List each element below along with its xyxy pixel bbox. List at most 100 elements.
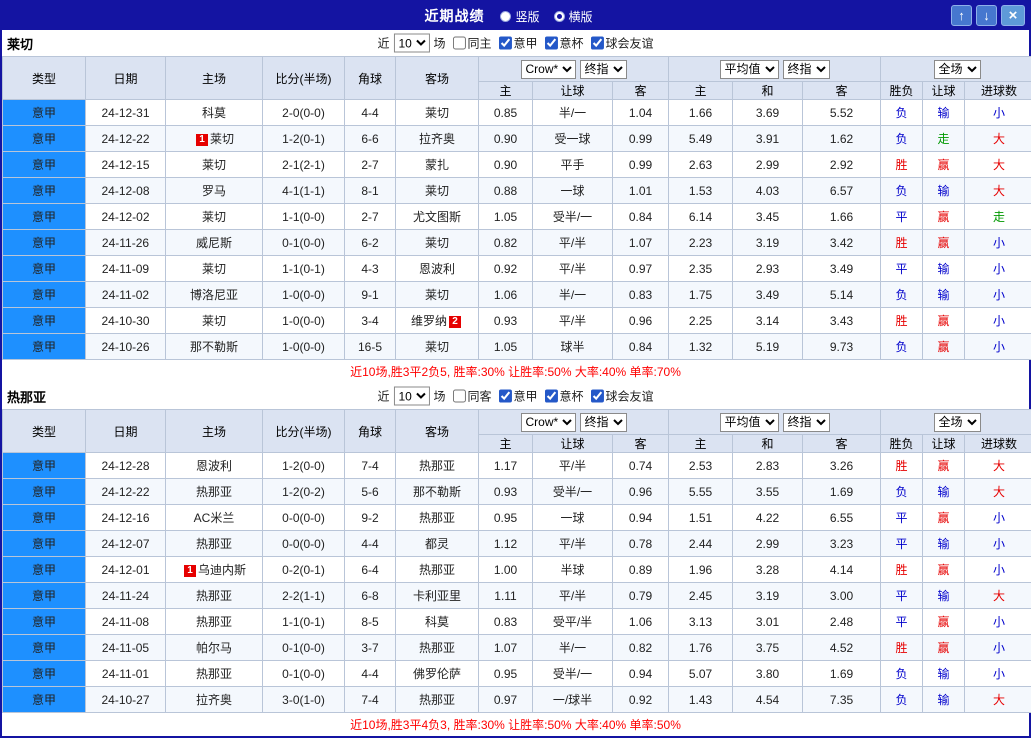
- euro-away-odds: 9.73: [803, 334, 881, 360]
- asian-handicap: 半/一: [533, 282, 613, 308]
- filter-checkbox-0[interactable]: 同客: [452, 388, 491, 405]
- corners-cell: 3-4: [345, 308, 396, 334]
- asian-handicap: 平/半: [533, 583, 613, 609]
- league-cell: 意甲: [3, 126, 86, 152]
- checkbox-input[interactable]: [499, 390, 512, 403]
- euro-home-odds: 2.53: [669, 453, 733, 479]
- filter-checkbox-3[interactable]: 球会友谊: [591, 388, 654, 405]
- sub-col-header: 和: [733, 82, 803, 100]
- goals-result-cell: 大: [965, 583, 1031, 609]
- asian-home-odds: 0.93: [479, 308, 533, 334]
- checkbox-input[interactable]: [591, 37, 604, 50]
- filter-checkbox-3[interactable]: 球会友谊: [591, 35, 654, 52]
- date-cell: 24-11-24: [86, 583, 166, 609]
- match-row: 意甲24-12-07热那亚0-0(0-0)4-4都灵1.12平/半0.782.4…: [3, 531, 1031, 557]
- match-count-select[interactable]: 10: [393, 34, 429, 53]
- col-header: 角球: [345, 57, 396, 100]
- euro-avg-select[interactable]: 平均值: [720, 60, 779, 79]
- filter-checkbox-0[interactable]: 同主: [452, 35, 491, 52]
- layout-radio-vertical[interactable]: 竖版: [500, 8, 539, 25]
- asian-handicap: 半/一: [533, 635, 613, 661]
- checkbox-input[interactable]: [452, 390, 465, 403]
- date-cell: 24-12-01: [86, 557, 166, 583]
- asian-handicap: 平/半: [533, 453, 613, 479]
- filter-checkbox-1[interactable]: 意甲: [499, 35, 538, 52]
- euro-home-odds: 5.07: [669, 661, 733, 687]
- away-team-cell: 蒙扎: [396, 152, 479, 178]
- away-team-cell: 尤文图斯: [396, 204, 479, 230]
- goals-result-cell: 大: [965, 178, 1031, 204]
- results-table: 类型日期主场比分(半场)角球客场Crow*终指平均值终指全场主让球客主和客胜负让…: [2, 56, 1031, 360]
- euro-final-select[interactable]: 终指: [783, 60, 830, 79]
- checkbox-input[interactable]: [452, 37, 465, 50]
- asian-away-odds: 0.99: [613, 152, 669, 178]
- match-count-select[interactable]: 10: [393, 387, 429, 406]
- filter-checkbox-2[interactable]: 意杯: [545, 35, 584, 52]
- asian-final-select[interactable]: 终指: [580, 413, 627, 432]
- summary-line: 近10场,胜3平2负5, 胜率:30% 让胜率:50% 大率:40% 单率:70…: [2, 360, 1029, 383]
- handicap-result-cell: 赢: [923, 334, 965, 360]
- asian-home-odds: 0.83: [479, 609, 533, 635]
- sub-col-header: 主: [669, 435, 733, 453]
- euro-draw-odds: 3.91: [733, 126, 803, 152]
- checkbox-input[interactable]: [545, 390, 558, 403]
- bookmaker-select[interactable]: Crow*: [521, 60, 576, 79]
- outcome-result-cell: 负: [881, 687, 923, 713]
- outcome-result-cell: 负: [881, 661, 923, 687]
- layout-radio-horizontal[interactable]: 横版: [554, 8, 593, 25]
- away-team-cell: 莱切: [396, 230, 479, 256]
- league-cell: 意甲: [3, 505, 86, 531]
- asian-home-odds: 1.11: [479, 583, 533, 609]
- close-button[interactable]: ×: [1001, 5, 1025, 26]
- scope-select[interactable]: 全场: [934, 60, 981, 79]
- handicap-result-cell: 输: [923, 661, 965, 687]
- checkbox-input[interactable]: [499, 37, 512, 50]
- corners-cell: 8-1: [345, 178, 396, 204]
- handicap-result-cell: 赢: [923, 609, 965, 635]
- match-row: 意甲24-12-31科莫2-0(0-0)4-4莱切0.85半/一1.041.66…: [3, 100, 1031, 126]
- date-cell: 24-11-08: [86, 609, 166, 635]
- date-cell: 24-11-05: [86, 635, 166, 661]
- asian-odds-group: Crow*终指: [479, 410, 669, 435]
- bookmaker-select[interactable]: Crow*: [521, 413, 576, 432]
- col-header: 类型: [3, 410, 86, 453]
- filter-checkbox-2[interactable]: 意杯: [545, 388, 584, 405]
- checkbox-input[interactable]: [591, 390, 604, 403]
- asian-away-odds: 0.97: [613, 256, 669, 282]
- checkbox-input[interactable]: [545, 37, 558, 50]
- euro-avg-select[interactable]: 平均值: [720, 413, 779, 432]
- move-up-button[interactable]: ↑: [951, 5, 972, 26]
- euro-draw-odds: 3.28: [733, 557, 803, 583]
- sub-col-header: 胜负: [881, 435, 923, 453]
- team-name: 莱切: [7, 34, 33, 53]
- asian-handicap: 受一球: [533, 126, 613, 152]
- euro-home-odds: 2.25: [669, 308, 733, 334]
- home-team-cell: 热那亚: [166, 609, 263, 635]
- score-cell: 1-2(0-0): [263, 453, 345, 479]
- asian-handicap: 半球: [533, 557, 613, 583]
- asian-home-odds: 1.05: [479, 204, 533, 230]
- asian-home-odds: 0.90: [479, 152, 533, 178]
- move-down-button[interactable]: ↓: [976, 5, 997, 26]
- euro-draw-odds: 2.99: [733, 152, 803, 178]
- sub-col-header: 客: [613, 82, 669, 100]
- away-team-cell: 莱切: [396, 282, 479, 308]
- corners-cell: 2-7: [345, 204, 396, 230]
- scope-select[interactable]: 全场: [934, 413, 981, 432]
- asian-handicap: 一球: [533, 505, 613, 531]
- handicap-result-cell: 赢: [923, 204, 965, 230]
- sections-container: 莱切近10场同主意甲意杯球会友谊类型日期主场比分(半场)角球客场Crow*终指平…: [2, 30, 1029, 736]
- layout-radio-group: 竖版横版: [500, 8, 606, 25]
- score-cell: 1-0(0-0): [263, 282, 345, 308]
- filter-checkbox-1[interactable]: 意甲: [499, 388, 538, 405]
- sub-col-header: 主: [479, 82, 533, 100]
- outcome-result-cell: 负: [881, 334, 923, 360]
- asian-home-odds: 0.93: [479, 479, 533, 505]
- league-cell: 意甲: [3, 100, 86, 126]
- euro-final-select[interactable]: 终指: [783, 413, 830, 432]
- asian-final-select[interactable]: 终指: [580, 60, 627, 79]
- away-team-cell: 热那亚: [396, 505, 479, 531]
- sub-col-header: 进球数: [965, 435, 1031, 453]
- date-cell: 24-12-31: [86, 100, 166, 126]
- euro-home-odds: 5.49: [669, 126, 733, 152]
